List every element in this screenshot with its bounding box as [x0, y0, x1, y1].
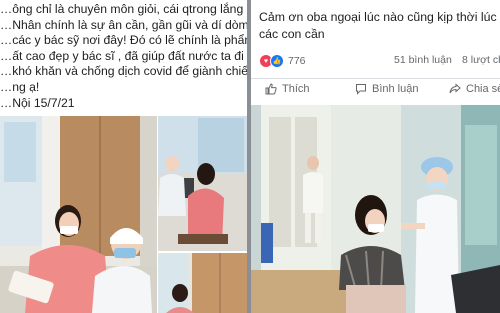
post-photo-main[interactable] — [0, 116, 157, 313]
share-count[interactable]: 8 lượt chia — [462, 54, 500, 66]
like-button[interactable]: Thích — [265, 83, 310, 95]
post-line: …khó khăn và chống dịch covid để giành c… — [0, 64, 247, 79]
thumbs-up-icon — [265, 83, 277, 95]
left-post: …ông chỉ là chuyên môn giỏi, cái qtrong … — [0, 0, 247, 313]
vaccination-photo — [0, 116, 157, 313]
post-text: Cảm ơn oba ngoại lúc nào cũng kịp thời l… — [259, 10, 497, 41]
post-photo-2[interactable] — [158, 116, 247, 251]
post-line: …ng ạ! — [0, 79, 40, 94]
action-bar: Thích Bình luận Chia sẻ — [251, 78, 500, 103]
comment-button[interactable]: Bình luận — [355, 83, 418, 95]
like-reaction-icon: 👍 — [270, 54, 284, 68]
share-button[interactable]: Chia sẻ — [449, 83, 500, 95]
vaccination-photo — [158, 116, 247, 251]
post-line: …các y bác sỹ nơi đây! Đó có lẽ chính là… — [0, 33, 247, 48]
post-line: …ông chỉ là chuyên môn giỏi, cái qtrong … — [0, 2, 247, 16]
post-photo[interactable] — [251, 105, 500, 313]
comment-icon — [356, 84, 366, 95]
left-post-text: …ông chỉ là chuyên môn giỏi, cái qtrong … — [0, 2, 247, 111]
share-icon — [449, 83, 461, 94]
post-date: …Nội 15/7/21 — [0, 95, 75, 110]
post-line: …ất cao đẹp y bác sĩ , đã giúp đất nước … — [0, 48, 247, 63]
right-post: Cảm ơn oba ngoại lúc nào cũng kịp thời l… — [251, 0, 500, 313]
share-label: Chia sẻ — [466, 83, 500, 95]
vaccination-photo — [158, 253, 247, 313]
comment-count[interactable]: 51 bình luận — [394, 54, 452, 66]
reaction-count: 776 — [288, 55, 306, 67]
reaction-summary[interactable]: ♥ 👍 776 — [259, 54, 306, 68]
like-label: Thích — [282, 83, 310, 95]
comment-label: Bình luận — [372, 83, 419, 95]
post-line: …Nhân chính là sự ân cần, gần gũi và dí … — [0, 17, 247, 32]
vaccination-photo — [251, 105, 500, 313]
post-photo-3[interactable] — [158, 253, 247, 313]
post-stats: ♥ 👍 776 51 bình luận 8 lượt chia — [259, 54, 500, 70]
